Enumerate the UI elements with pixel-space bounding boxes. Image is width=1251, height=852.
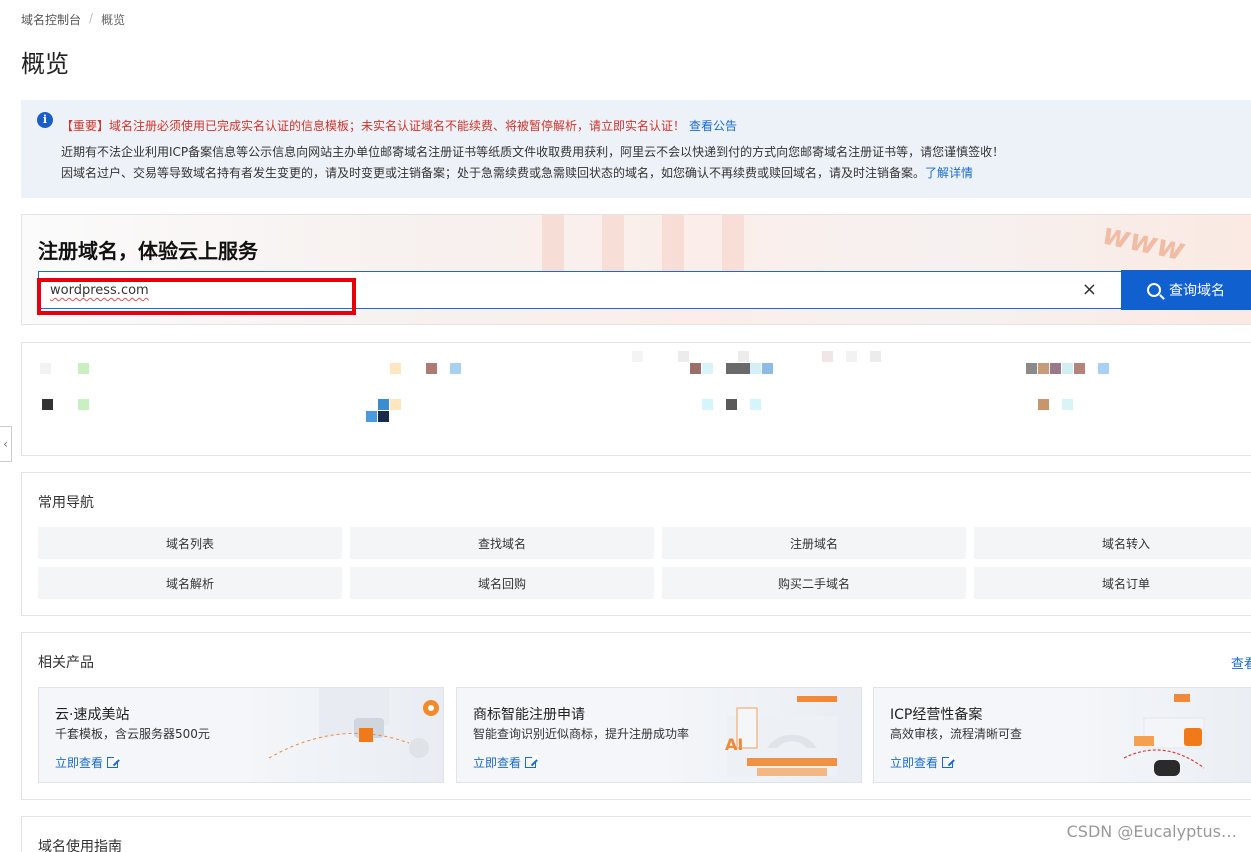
product-link-label: 立即查看 xyxy=(890,756,939,770)
svg-text:AI: AI xyxy=(725,735,743,754)
product-title: 云·速成美站 xyxy=(55,707,130,723)
product-title: ICP经营性备案 xyxy=(890,707,983,723)
product-illustration xyxy=(1123,694,1205,776)
www-decoration: www xyxy=(1099,216,1188,269)
view-all-link[interactable]: 查看 xyxy=(1231,653,1251,672)
breadcrumb-current: 概览 xyxy=(101,13,126,27)
redacted-pixel xyxy=(450,363,461,374)
page-title: 概览 xyxy=(21,50,69,78)
product-card-trademark[interactable]: AI 商标智能注册申请 智能查询识别近似商标，提升注册成功率 立即查看 xyxy=(456,687,862,783)
common-navigation-card: 常用导航 域名列表 查找域名 注册域名 域名转入 域名解析 域名回购 购买二手域… xyxy=(21,472,1251,616)
redacted-pixel xyxy=(632,351,643,362)
redacted-pixel xyxy=(1026,363,1037,374)
redacted-pixel xyxy=(42,399,53,410)
redacted-pixel xyxy=(702,399,713,410)
nav-register-domain[interactable]: 注册域名 xyxy=(662,527,966,559)
notice-line-3: 因域名过户、交易等导致域名持有者发生变更的，请及时变更或注销备案；处于急需续费或… xyxy=(61,164,973,181)
redacted-pixel xyxy=(78,399,89,410)
redacted-pixel xyxy=(870,351,881,362)
breadcrumb-root[interactable]: 域名控制台 xyxy=(21,11,81,28)
related-products-card: 相关产品 查看 云·速成美站 千套模板，含云服务器500元 立即查看 AI 商标… xyxy=(21,632,1251,800)
product-link[interactable]: 立即查看 xyxy=(890,754,956,771)
redacted-pixel xyxy=(378,411,389,422)
redacted-pixel xyxy=(1074,363,1085,374)
redacted-pixel xyxy=(1062,363,1073,374)
nav-domain-orders[interactable]: 域名订单 xyxy=(974,567,1251,599)
redacted-pixel xyxy=(762,363,773,374)
notice-line-2: 近期有不法企业利用ICP备案信息等公示信息向网站主办单位邮寄域名注册证书等纸质文… xyxy=(61,145,1005,159)
product-link-label: 立即查看 xyxy=(55,756,104,770)
notice-important: 【重要】域名注册必须使用已完成实名认证的信息模板；未实名认证域名不能续费、将被暂… xyxy=(61,117,737,134)
nav-title: 常用导航 xyxy=(38,495,94,511)
redacted-pixel xyxy=(690,363,701,374)
guide-title: 域名使用指南 xyxy=(38,839,122,852)
domain-stats-card xyxy=(21,342,1251,456)
redacted-pixel xyxy=(726,363,750,374)
search-icon xyxy=(1147,283,1161,297)
notice-banner: i 【重要】域名注册必须使用已完成实名认证的信息模板；未实名认证域名不能续费、将… xyxy=(21,100,1251,198)
product-card-icp[interactable]: ICP经营性备案 高效审核，流程清晰可查 立即查看 xyxy=(873,687,1251,783)
product-illustration: AI xyxy=(725,696,837,776)
redacted-pixel xyxy=(846,351,857,362)
notice-line-3-text: 因域名过户、交易等导致域名持有者发生变更的，请及时变更或注销备案；处于急需续费或… xyxy=(61,166,926,180)
redacted-pixel xyxy=(1062,399,1073,410)
breadcrumb-separator: / xyxy=(89,11,94,25)
product-link-label: 立即查看 xyxy=(473,756,522,770)
register-title: 注册域名，体验云上服务 xyxy=(38,239,258,263)
redacted-pixel xyxy=(738,351,749,362)
notice-announcement-link[interactable]: 查看公告 xyxy=(689,119,737,133)
redacted-pixel xyxy=(390,363,401,374)
redacted-pixel xyxy=(702,363,713,374)
redacted-pixel xyxy=(378,399,389,410)
redacted-pixel xyxy=(390,399,401,410)
banner-decoration xyxy=(662,215,684,275)
product-title: 商标智能注册申请 xyxy=(473,707,585,723)
redacted-pixel xyxy=(750,399,761,410)
redacted-pixel xyxy=(1050,363,1061,374)
redacted-pixel xyxy=(678,351,689,362)
product-card-website[interactable]: 云·速成美站 千套模板，含云服务器500元 立即查看 xyxy=(38,687,444,783)
redacted-pixel xyxy=(78,363,89,374)
redacted-pixel xyxy=(426,363,437,374)
search-domain-button-label: 查询域名 xyxy=(1169,283,1225,299)
nav-buy-used-domain[interactable]: 购买二手域名 xyxy=(662,567,966,599)
redacted-pixel xyxy=(1038,399,1049,410)
info-icon: i xyxy=(37,112,53,128)
product-link[interactable]: 立即查看 xyxy=(55,754,121,771)
nav-domain-list[interactable]: 域名列表 xyxy=(38,527,342,559)
redacted-pixel xyxy=(726,399,737,410)
notice-important-text: 【重要】域名注册必须使用已完成实名认证的信息模板；未实名认证域名不能续费、将被暂… xyxy=(61,119,686,133)
clear-icon[interactable]: × xyxy=(1082,279,1097,300)
watermark: CSDN @Eucalyptus… xyxy=(1066,822,1237,841)
external-link-icon xyxy=(525,755,539,768)
nav-grid: 域名列表 查找域名 注册域名 域名转入 域名解析 域名回购 购买二手域名 域名订… xyxy=(38,527,1251,599)
product-link[interactable]: 立即查看 xyxy=(473,754,539,771)
redacted-pixel xyxy=(1098,363,1109,374)
nav-domain-dns[interactable]: 域名解析 xyxy=(38,567,342,599)
redacted-pixel xyxy=(40,363,51,374)
redacted-pixel xyxy=(366,411,377,422)
product-desc: 高效审核，流程清晰可查 xyxy=(890,727,1023,741)
products-title: 相关产品 xyxy=(38,655,94,671)
banner-decoration xyxy=(602,215,624,275)
breadcrumb: 域名控制台 / 概览 xyxy=(21,11,125,28)
banner-decoration xyxy=(542,215,564,275)
external-link-icon xyxy=(107,755,121,768)
product-desc: 智能查询识别近似商标，提升注册成功率 xyxy=(473,727,690,741)
search-domain-button[interactable]: 查询域名 xyxy=(1121,270,1251,310)
nav-domain-transfer-in[interactable]: 域名转入 xyxy=(974,527,1251,559)
banner-decoration xyxy=(722,215,744,275)
redacted-pixel xyxy=(1038,363,1049,374)
external-link-icon xyxy=(942,755,956,768)
redacted-pixel xyxy=(750,363,761,374)
product-desc: 千套模板，含云服务器500元 xyxy=(55,727,210,741)
redacted-pixel xyxy=(822,351,833,362)
nav-find-domain[interactable]: 查找域名 xyxy=(350,527,654,559)
nav-domain-buyback[interactable]: 域名回购 xyxy=(350,567,654,599)
product-illustration xyxy=(268,688,439,759)
red-highlight-annotation xyxy=(37,278,356,315)
collapse-sidebar-toggle[interactable]: ‹ xyxy=(0,426,12,462)
learn-more-link[interactable]: 了解详情 xyxy=(925,166,973,180)
